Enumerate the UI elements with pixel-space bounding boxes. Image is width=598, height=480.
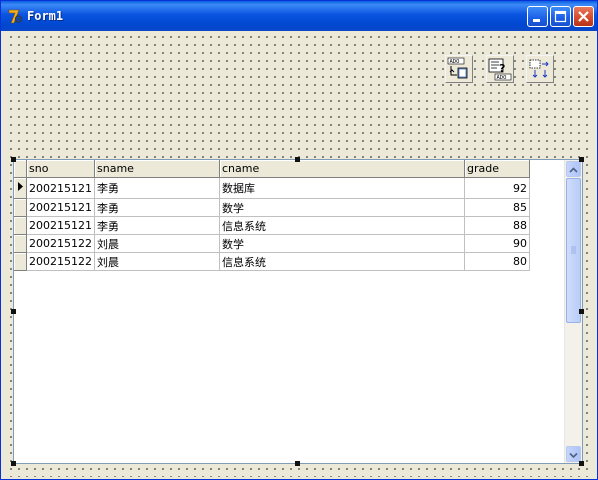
scroll-thumb[interactable] bbox=[566, 178, 581, 323]
cell-grade[interactable]: 80 bbox=[464, 252, 530, 271]
grid-header-row: sno sname cname grade bbox=[14, 160, 530, 178]
minimize-button[interactable] bbox=[527, 6, 548, 27]
cell-cname[interactable]: 信息系统 bbox=[219, 216, 465, 235]
datasource-icon bbox=[529, 59, 549, 78]
maximize-button[interactable] bbox=[550, 6, 571, 27]
table-row[interactable]: 200215121 李勇 数据库 92 bbox=[14, 177, 530, 199]
row-indicator[interactable] bbox=[14, 216, 27, 235]
window-title: Form1 bbox=[27, 9, 64, 23]
scroll-down-arrow-icon bbox=[569, 452, 578, 459]
svg-text:?: ? bbox=[499, 62, 505, 75]
indicator-header bbox=[14, 160, 27, 178]
cell-cname[interactable]: 数据库 bbox=[219, 177, 465, 199]
cell-grade[interactable]: 88 bbox=[464, 216, 530, 235]
scroll-down-button[interactable] bbox=[566, 446, 581, 462]
resize-handle-right[interactable] bbox=[579, 309, 584, 314]
cell-cname[interactable]: 信息系统 bbox=[219, 252, 465, 271]
form1-window: Form1 ADO ? ADO sno sname cname grade 20… bbox=[0, 0, 598, 480]
column-header-grade[interactable]: grade bbox=[464, 160, 530, 178]
cell-sno[interactable]: 200215121 bbox=[26, 198, 95, 217]
resize-handle-bottom[interactable] bbox=[295, 461, 300, 466]
cell-grade[interactable]: 92 bbox=[464, 177, 530, 199]
ado-connection-icon: ADO bbox=[447, 57, 468, 79]
table-row[interactable]: 200215121 李勇 数学 85 bbox=[14, 198, 530, 217]
delphi-app-icon bbox=[8, 9, 23, 24]
resize-handle-left[interactable] bbox=[11, 309, 16, 314]
column-header-sname[interactable]: sname bbox=[94, 160, 220, 178]
cell-sname[interactable]: 刘晨 bbox=[94, 234, 220, 253]
datasource-component[interactable] bbox=[526, 55, 554, 83]
cell-sname[interactable]: 李勇 bbox=[94, 216, 220, 235]
resize-handle-bottom-left[interactable] bbox=[11, 461, 16, 466]
table-row[interactable]: 200215122 刘晨 数学 90 bbox=[14, 234, 530, 253]
ado-query-component[interactable]: ? ADO bbox=[486, 55, 514, 83]
minimize-icon bbox=[533, 19, 540, 22]
cell-sname[interactable]: 李勇 bbox=[94, 177, 220, 199]
db-grid[interactable]: sno sname cname grade 200215121 李勇 数据库 9… bbox=[13, 159, 583, 464]
resize-handle-top-left[interactable] bbox=[11, 157, 16, 162]
cell-sno[interactable]: 200215122 bbox=[26, 234, 95, 253]
current-row-arrow-icon bbox=[18, 182, 23, 191]
scroll-up-button[interactable] bbox=[566, 161, 581, 177]
maximize-icon bbox=[554, 10, 567, 23]
title-bar[interactable]: Form1 bbox=[1, 1, 597, 31]
column-header-cname[interactable]: cname bbox=[219, 160, 465, 178]
cell-sno[interactable]: 200215122 bbox=[26, 252, 95, 271]
svg-text:ADO: ADO bbox=[450, 59, 460, 65]
resize-handle-bottom-right[interactable] bbox=[579, 461, 584, 466]
cell-grade[interactable]: 90 bbox=[464, 234, 530, 253]
ado-query-icon: ? ADO bbox=[488, 58, 512, 81]
svg-text:ADO: ADO bbox=[497, 75, 507, 81]
cell-sno[interactable]: 200215121 bbox=[26, 216, 95, 235]
row-indicator[interactable] bbox=[14, 234, 27, 253]
table-row[interactable]: 200215121 李勇 信息系统 88 bbox=[14, 216, 530, 235]
row-indicator[interactable] bbox=[14, 252, 27, 271]
close-button[interactable] bbox=[573, 6, 594, 27]
cell-sno[interactable]: 200215121 bbox=[26, 177, 95, 199]
resize-handle-top-right[interactable] bbox=[579, 157, 584, 162]
cell-cname[interactable]: 数学 bbox=[219, 198, 465, 217]
scroll-up-arrow-icon bbox=[569, 167, 578, 173]
ado-connection-component[interactable]: ADO bbox=[445, 55, 473, 83]
row-indicator[interactable] bbox=[14, 198, 27, 217]
cell-sname[interactable]: 李勇 bbox=[94, 198, 220, 217]
grid-table: sno sname cname grade 200215121 李勇 数据库 9… bbox=[14, 160, 530, 271]
grip-icon bbox=[571, 246, 576, 254]
table-row[interactable]: 200215122 刘晨 信息系统 80 bbox=[14, 252, 530, 271]
row-indicator[interactable] bbox=[14, 177, 27, 199]
resize-handle-top[interactable] bbox=[295, 157, 300, 162]
cell-cname[interactable]: 数学 bbox=[219, 234, 465, 253]
cell-sname[interactable]: 刘晨 bbox=[94, 252, 220, 271]
cell-grade[interactable]: 85 bbox=[464, 198, 530, 217]
close-icon bbox=[578, 11, 589, 22]
column-header-sno[interactable]: sno bbox=[26, 160, 95, 178]
